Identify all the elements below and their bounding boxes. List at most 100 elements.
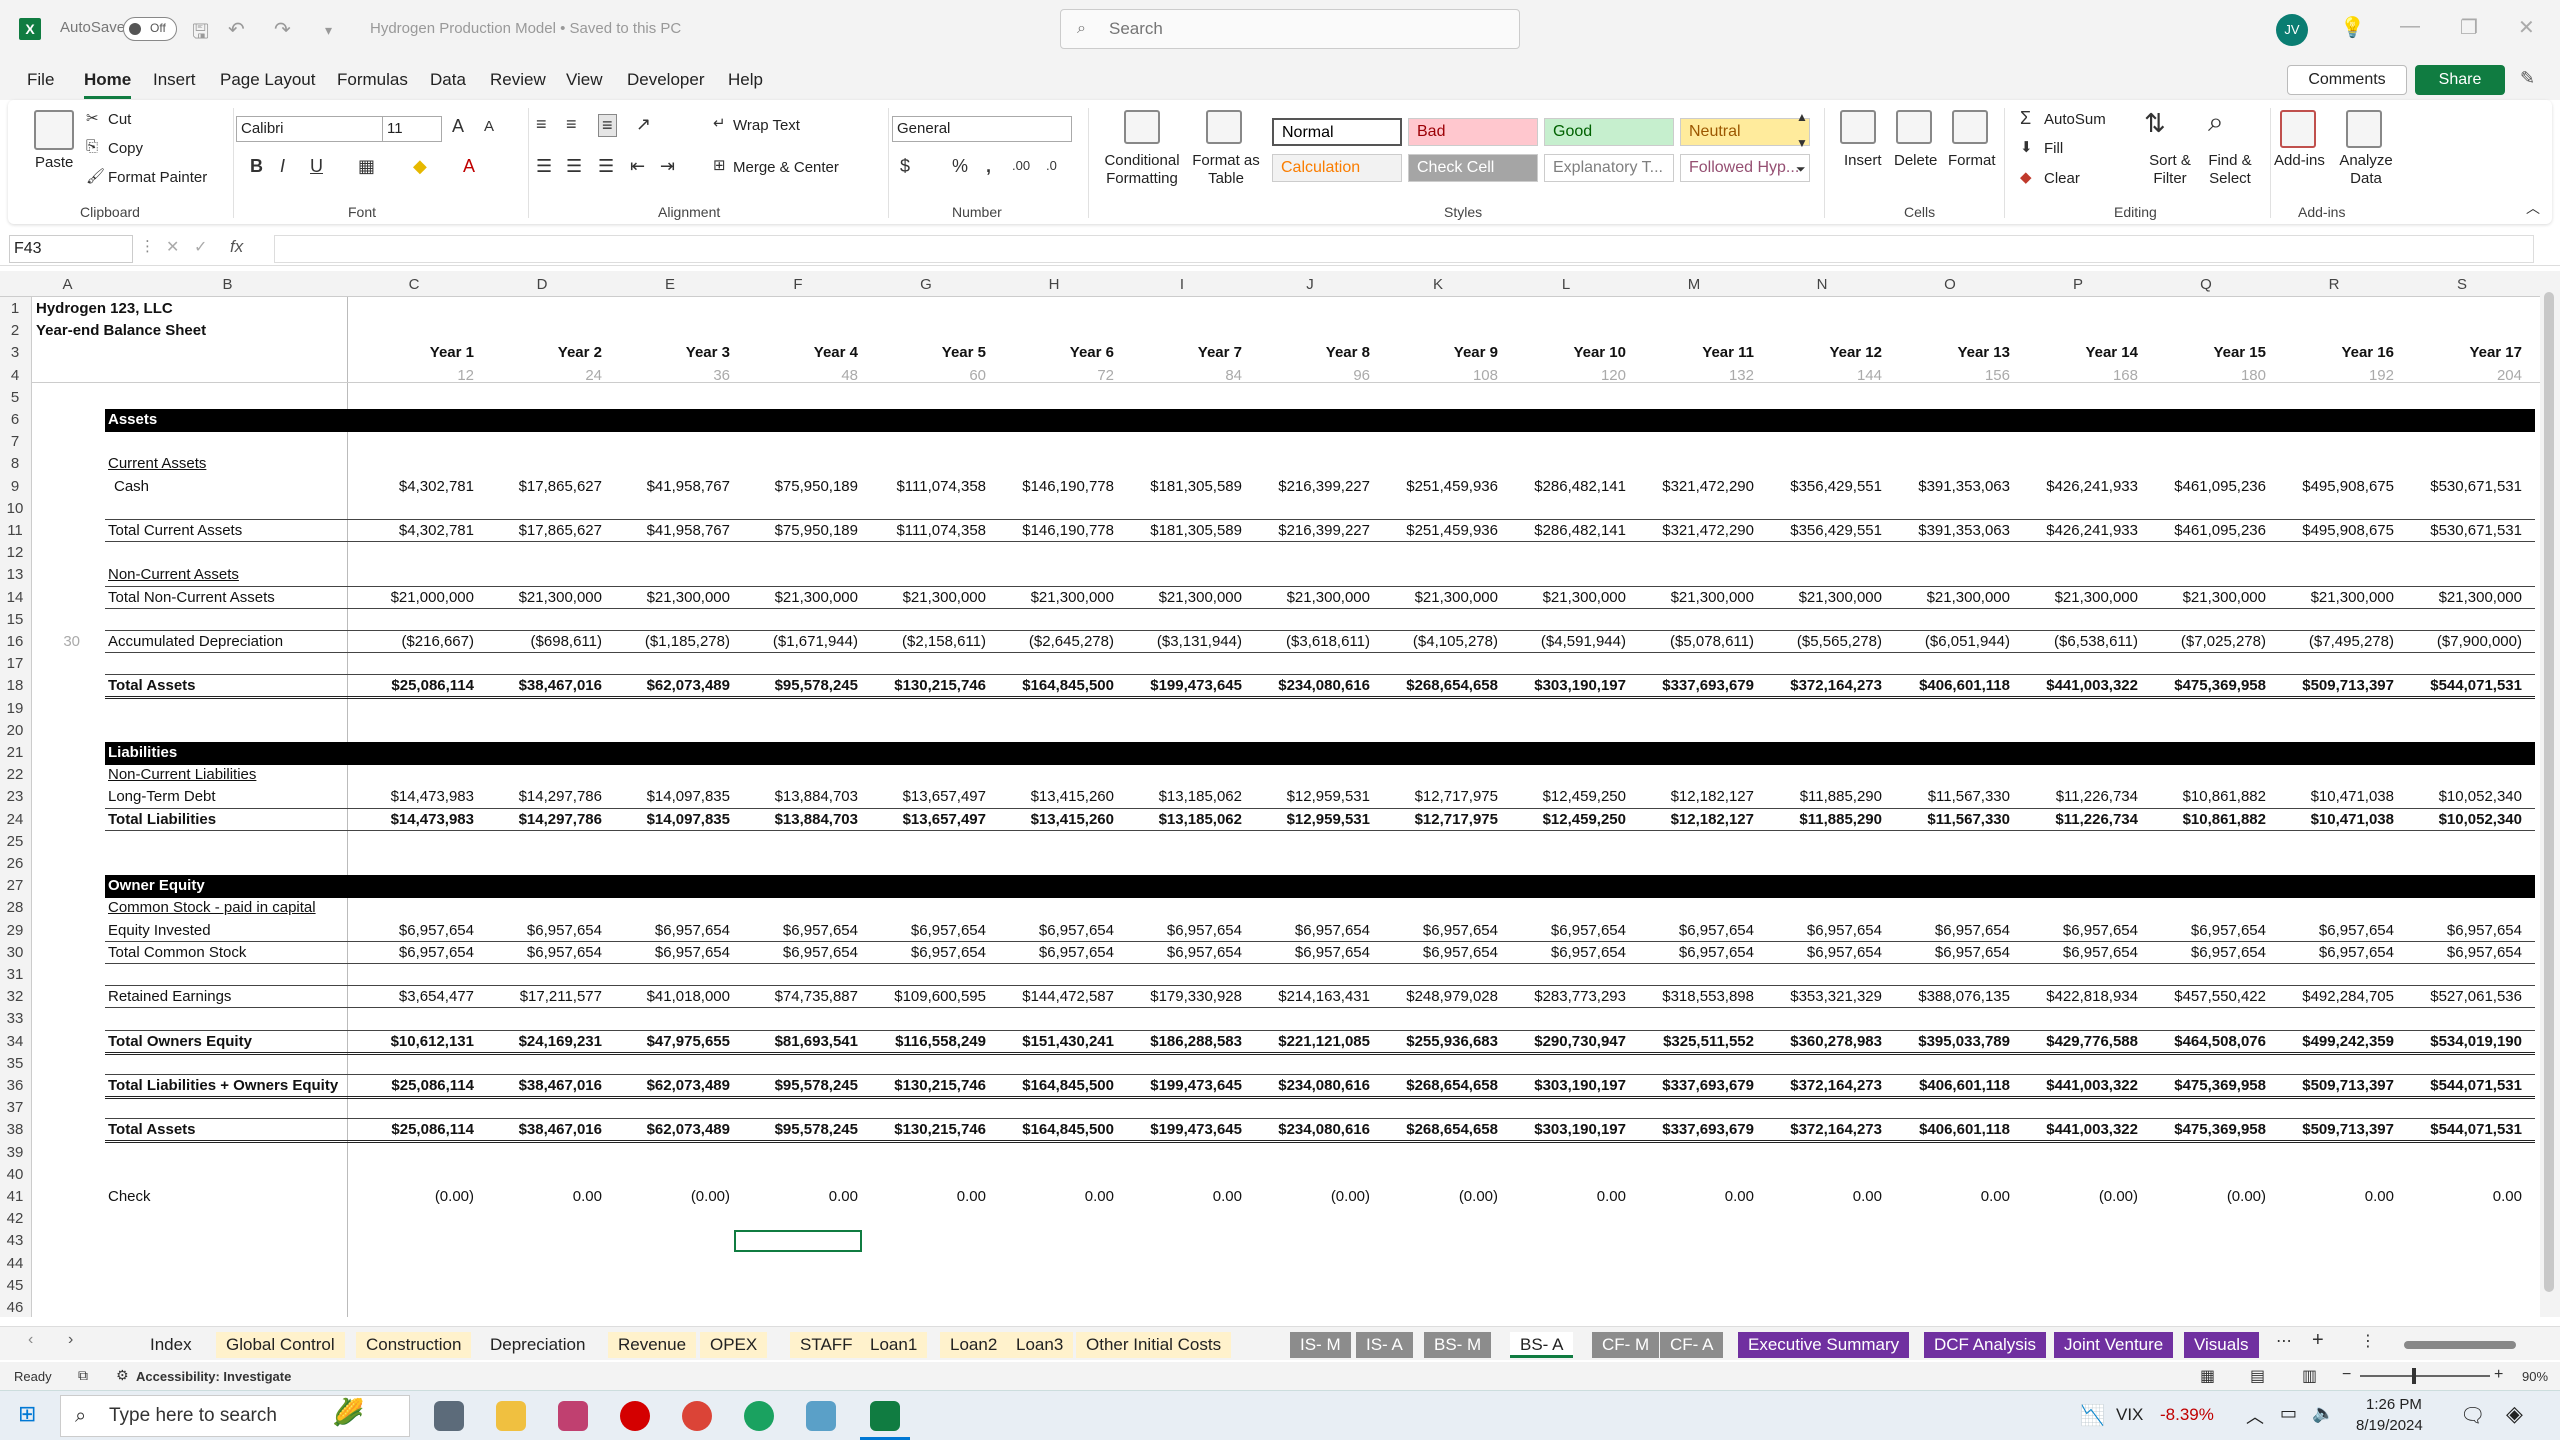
section-band-liabilities[interactable]: Liabilities	[105, 742, 2535, 765]
column-header-n[interactable]: N	[1758, 273, 1886, 296]
sheet-tab-visuals[interactable]: Visuals	[2184, 1332, 2259, 1358]
value-cell[interactable]: $353,321,329	[1758, 986, 1882, 1008]
year-header[interactable]: Year 16	[2270, 342, 2394, 364]
font-size-select[interactable]: 11	[382, 116, 442, 142]
value-cell[interactable]: $6,957,654	[862, 920, 986, 942]
styles-scroll-up-icon[interactable]: ▲	[1796, 110, 1808, 124]
value-cell[interactable]: $6,957,654	[350, 920, 474, 942]
chrome-icon[interactable]	[682, 1401, 712, 1431]
tab-formulas[interactable]: Formulas	[337, 70, 408, 90]
value-cell[interactable]: $186,288,583	[1118, 1031, 1242, 1053]
row-label[interactable]: Total Liabilities	[108, 809, 216, 831]
value-cell[interactable]: $12,459,250	[1502, 809, 1626, 831]
windows-start-icon[interactable]: ⊞	[18, 1401, 36, 1427]
value-cell[interactable]: $6,957,654	[1374, 920, 1498, 942]
value-cell[interactable]: $475,369,958	[2142, 675, 2266, 697]
value-cell[interactable]: $62,073,489	[606, 1119, 730, 1141]
value-cell[interactable]: $14,297,786	[478, 809, 602, 831]
row-label[interactable]: Retained Earnings	[108, 986, 231, 1008]
value-cell[interactable]: $216,399,227	[1246, 476, 1370, 498]
value-cell[interactable]: $62,073,489	[606, 675, 730, 697]
row-header[interactable]: 20	[0, 720, 30, 742]
row-header[interactable]: 7	[0, 431, 30, 453]
row-header[interactable]: 28	[0, 897, 30, 919]
sheet-tab-cf-m[interactable]: CF- M	[1592, 1332, 1660, 1358]
value-cell[interactable]: $6,957,654	[1886, 920, 2010, 942]
value-cell[interactable]: $116,558,249	[862, 1031, 986, 1053]
sheet-tab-construction[interactable]: Construction	[356, 1332, 472, 1358]
bold-icon[interactable]: B	[250, 156, 263, 177]
sheet-tab-staff[interactable]: STAFF	[790, 1332, 863, 1358]
value-cell[interactable]: $21,300,000	[862, 587, 986, 609]
value-cell[interactable]: $6,957,654	[606, 920, 730, 942]
name-box[interactable]: F43	[9, 235, 133, 263]
row-header[interactable]: 3	[0, 342, 30, 364]
value-cell[interactable]: $286,482,141	[1502, 520, 1626, 542]
month-number[interactable]: 84	[1118, 365, 1242, 387]
subheading[interactable]: Non-Current Liabilities	[108, 764, 256, 786]
value-cell[interactable]: $130,215,746	[862, 1119, 986, 1141]
value-cell[interactable]: $360,278,983	[1758, 1031, 1882, 1053]
value-cell[interactable]: $255,936,683	[1374, 1031, 1498, 1053]
value-cell[interactable]: $303,190,197	[1502, 675, 1626, 697]
value-cell[interactable]: 0.00	[478, 1186, 602, 1208]
value-cell[interactable]: $181,305,589	[1118, 476, 1242, 498]
sheet-tab-other-initial-costs[interactable]: Other Initial Costs	[1076, 1332, 1232, 1358]
subheading[interactable]: Current Assets	[108, 453, 206, 475]
value-cell[interactable]: $6,957,654	[1886, 942, 2010, 964]
value-cell[interactable]: $10,861,882	[2142, 786, 2266, 808]
value-cell[interactable]: 0.00	[1118, 1186, 1242, 1208]
value-cell[interactable]: $6,957,654	[1118, 920, 1242, 942]
value-cell[interactable]: $6,957,654	[478, 942, 602, 964]
tray-chevron-icon[interactable]: ︿	[2246, 1403, 2264, 1429]
value-cell[interactable]: $6,957,654	[1758, 942, 1882, 964]
value-cell[interactable]: $406,601,118	[1886, 675, 2010, 697]
sheet-options-icon[interactable]: ⋮	[2360, 1331, 2376, 1351]
value-cell[interactable]: (0.00)	[606, 1186, 730, 1208]
value-cell[interactable]: $11,567,330	[1886, 786, 2010, 808]
value-cell[interactable]: $199,473,645	[1118, 1119, 1242, 1141]
copilot-icon[interactable]: ◈	[2506, 1401, 2523, 1427]
row-header[interactable]: 29	[0, 920, 30, 942]
value-cell[interactable]: $457,550,422	[2142, 986, 2266, 1008]
row-header[interactable]: 36	[0, 1075, 30, 1097]
value-cell[interactable]: $6,957,654	[734, 942, 858, 964]
value-cell[interactable]: ($6,051,944)	[1886, 631, 2010, 653]
month-number[interactable]: 12	[350, 365, 474, 387]
opera-icon[interactable]	[620, 1401, 650, 1431]
row-label[interactable]: Total Current Assets	[108, 520, 242, 542]
row-header[interactable]: 4	[0, 365, 30, 387]
value-cell[interactable]: $11,567,330	[1886, 809, 2010, 831]
value-cell[interactable]: $6,957,654	[1758, 920, 1882, 942]
value-cell[interactable]: $6,957,654	[2398, 942, 2522, 964]
value-cell[interactable]: ($7,025,278)	[2142, 631, 2266, 653]
value-cell[interactable]: $17,211,577	[478, 986, 602, 1008]
month-number[interactable]: 132	[1630, 365, 1754, 387]
italic-icon[interactable]: I	[280, 156, 285, 177]
value-cell[interactable]: $12,959,531	[1246, 786, 1370, 808]
value-cell[interactable]: $509,713,397	[2270, 1119, 2394, 1141]
value-cell[interactable]: $426,241,933	[2014, 520, 2138, 542]
value-cell[interactable]: 0.00	[1502, 1186, 1626, 1208]
column-header-a[interactable]: A	[30, 273, 105, 296]
value-cell[interactable]: $234,080,616	[1246, 1119, 1370, 1141]
value-cell[interactable]: $41,018,000	[606, 986, 730, 1008]
file-explorer-icon[interactable]	[496, 1401, 526, 1431]
row-header[interactable]: 25	[0, 831, 30, 853]
redo-icon[interactable]: ↷	[274, 17, 291, 42]
row-header[interactable]: 8	[0, 453, 30, 475]
value-cell[interactable]: $21,300,000	[478, 587, 602, 609]
value-cell[interactable]: $12,459,250	[1502, 786, 1626, 808]
row-header[interactable]: 35	[0, 1053, 30, 1075]
column-header-j[interactable]: J	[1246, 273, 1374, 296]
row-header[interactable]: 15	[0, 609, 30, 631]
value-cell[interactable]: $321,472,290	[1630, 476, 1754, 498]
value-cell[interactable]: $10,612,131	[350, 1031, 474, 1053]
value-cell[interactable]: $234,080,616	[1246, 675, 1370, 697]
row-header[interactable]: 16	[0, 631, 30, 653]
month-number[interactable]: 36	[606, 365, 730, 387]
row-label[interactable]: Total Assets	[108, 675, 196, 697]
column-header-e[interactable]: E	[606, 273, 734, 296]
month-number[interactable]: 180	[2142, 365, 2266, 387]
value-cell[interactable]: $251,459,936	[1374, 476, 1498, 498]
